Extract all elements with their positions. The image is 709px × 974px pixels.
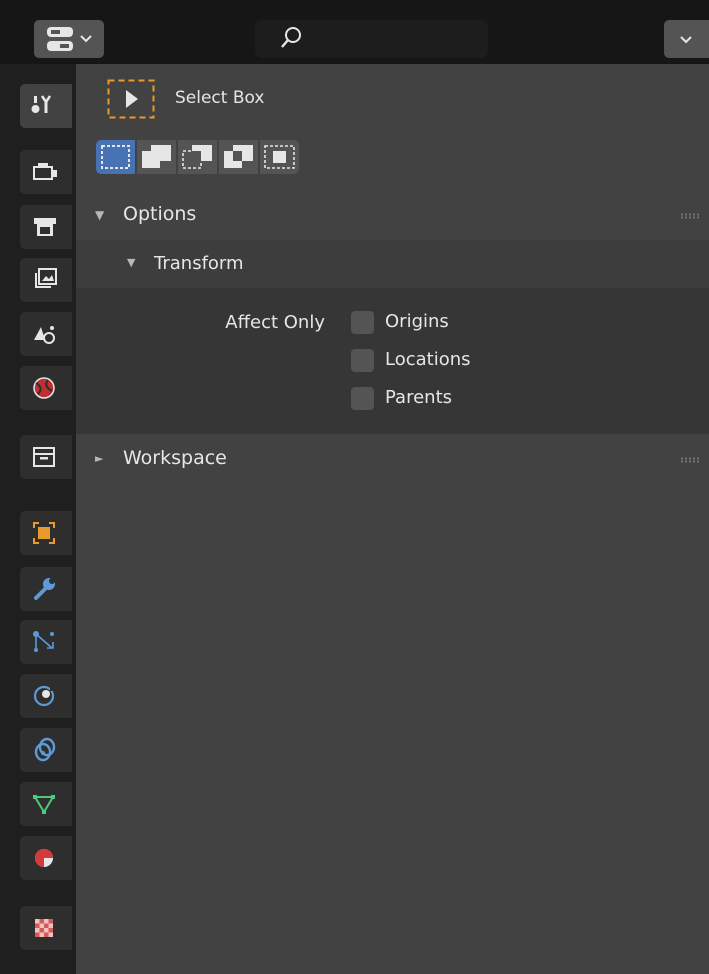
mode-subtract-icon <box>182 145 212 169</box>
physics-icon <box>33 685 56 707</box>
mode-invert-button[interactable] <box>219 140 258 174</box>
search-input[interactable] <box>315 26 479 52</box>
tab-world[interactable] <box>20 366 72 410</box>
mode-extend-button[interactable] <box>137 140 176 174</box>
disclosure-expanded-icon: ▼ <box>95 208 105 222</box>
mode-set-button[interactable] <box>96 140 135 174</box>
mode-extend-icon <box>142 145 171 168</box>
options-panel-header[interactable]: ▼ Options <box>76 190 709 242</box>
tab-physics[interactable] <box>20 674 72 718</box>
transform-subpanel-header[interactable]: ▼ Transform <box>76 240 709 288</box>
mode-intersect-icon <box>264 145 295 169</box>
scene-icon <box>34 326 55 344</box>
tab-constraints[interactable] <box>20 728 72 772</box>
options-panel-label: Options <box>123 203 197 225</box>
mesh-data-icon <box>33 795 55 814</box>
disclosure-collapsed-icon: ► <box>95 452 104 465</box>
particles-icon <box>33 631 54 652</box>
tab-modifiers[interactable] <box>20 567 72 611</box>
header-bar <box>0 0 709 64</box>
tab-object[interactable] <box>20 511 72 555</box>
material-icon <box>35 849 53 867</box>
collection-icon <box>33 447 55 467</box>
world-icon <box>33 377 55 399</box>
object-icon <box>33 522 55 544</box>
tab-texture[interactable] <box>20 906 72 950</box>
chevron-down-icon <box>680 36 692 44</box>
origins-label: Origins <box>385 311 449 332</box>
editor-type-button[interactable] <box>34 20 104 58</box>
locations-checkbox[interactable] <box>351 349 374 372</box>
tab-collection[interactable] <box>20 435 72 479</box>
locations-label: Locations <box>385 349 471 370</box>
mode-set-icon <box>101 145 130 169</box>
parents-label: Parents <box>385 387 452 408</box>
workspace-panel-label: Workspace <box>123 447 227 469</box>
render-icon <box>33 163 57 180</box>
tab-tool[interactable] <box>20 84 72 128</box>
tab-output[interactable] <box>20 205 72 249</box>
disclosure-expanded-icon: ▼ <box>127 256 136 269</box>
texture-icon <box>35 919 53 937</box>
transform-subpanel-label: Transform <box>154 253 244 274</box>
selection-mode-group <box>96 140 299 174</box>
mode-invert-icon <box>224 145 253 168</box>
tab-render[interactable] <box>20 150 72 194</box>
wrench-icon <box>34 578 55 600</box>
view-layer-icon <box>35 268 57 288</box>
search-icon <box>281 27 301 48</box>
affect-only-label: Affect Only <box>225 312 325 333</box>
mode-intersect-button[interactable] <box>260 140 299 174</box>
tool-icon <box>31 95 52 113</box>
output-icon <box>34 218 56 236</box>
properties-editor-icon <box>47 27 92 51</box>
parents-checkbox[interactable] <box>351 387 374 410</box>
origins-checkbox[interactable] <box>351 311 374 334</box>
mode-subtract-button[interactable] <box>178 140 217 174</box>
search-field[interactable] <box>255 20 488 58</box>
workspace-panel-header[interactable]: ► Workspace <box>76 434 709 486</box>
tab-particles[interactable] <box>20 620 72 664</box>
select-box-icon <box>107 79 155 119</box>
tab-material[interactable] <box>20 836 72 880</box>
options-dropdown-button[interactable] <box>664 20 709 58</box>
tab-scene[interactable] <box>20 312 72 356</box>
active-tool-name: Select Box <box>175 88 265 108</box>
tab-view-layer[interactable] <box>20 258 72 302</box>
drag-handle-icon[interactable] <box>680 457 700 463</box>
active-tool-button[interactable] <box>107 79 155 119</box>
tab-data[interactable] <box>20 782 72 826</box>
constraints-icon <box>34 737 56 762</box>
drag-handle-icon[interactable] <box>680 213 700 219</box>
